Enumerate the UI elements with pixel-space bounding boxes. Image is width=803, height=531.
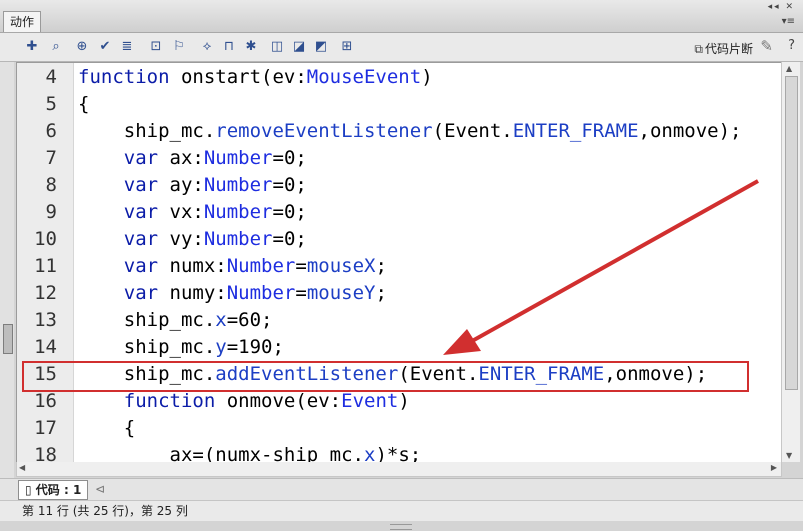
- horizontal-scrollbar[interactable]: ◀ ▶: [16, 462, 782, 477]
- expand-all-icon[interactable]: ✱: [242, 38, 260, 56]
- script-editor[interactable]: 4 function onstart(ev:MouseEvent) 5{6 ship…: [16, 62, 782, 464]
- annotation-arrow: [443, 179, 759, 355]
- find-icon[interactable]: ⌕: [47, 38, 65, 56]
- panel-window-controls[interactable]: ◂◂ ✕: [768, 2, 795, 12]
- panel-resize-grip[interactable]: [390, 524, 412, 530]
- actions-panel-tab[interactable]: 动作: [3, 11, 42, 32]
- target-path-icon[interactable]: ⊕: [73, 38, 91, 56]
- help-icon[interactable]: ?: [788, 38, 795, 53]
- vertical-scrollbar[interactable]: ▲ ▼: [781, 62, 800, 462]
- status-bar: 第 11 行 (共 25 行)，第 25 列: [0, 500, 803, 521]
- code-snippets-button[interactable]: ⧉ 代码片断: [694, 40, 753, 57]
- collapse-selection-icon[interactable]: ⊓: [220, 38, 238, 56]
- toggle-toolbox-icon[interactable]: ⊞: [338, 38, 356, 56]
- code-snippets-label: 代码片断: [704, 42, 753, 56]
- pin-script-icon[interactable]: ⊲: [95, 482, 105, 496]
- script-tabs-bar: ▯ 代码 : 1 ⊲: [0, 478, 803, 501]
- remove-comment-icon[interactable]: ◩: [312, 38, 330, 56]
- apply-line-comment-icon[interactable]: ◪: [290, 38, 308, 56]
- toolbox-collapse-handle[interactable]: [3, 324, 13, 354]
- collapse-braces-icon[interactable]: ⟡: [198, 38, 216, 56]
- scrollbar-thumb[interactable]: [785, 76, 798, 390]
- code-assistant-wand-icon[interactable]: ✎: [760, 37, 773, 55]
- auto-format-icon[interactable]: ≣: [118, 38, 136, 56]
- code-tab[interactable]: ▯ 代码 : 1: [18, 480, 89, 500]
- highlight-box-line-15: [22, 361, 749, 392]
- panel-menu-icon[interactable]: ▾≡: [782, 16, 795, 27]
- scroll-up-icon[interactable]: ▲: [786, 64, 792, 73]
- file-icon: ▯: [25, 483, 32, 497]
- toolbox-collapse-strip: [0, 62, 14, 480]
- panel-titlebar: 动作 ◂◂ ✕ ▾≡: [0, 0, 803, 33]
- actions-toolbar: ✚ ⌕ ⊕ ✔ ≣ ⊡ ⚐ ⟡ ⊓ ✱ ◫ ◪ ◩ ⊞ ⧉ 代码片断 ✎ ?: [0, 33, 803, 62]
- apply-block-comment-icon[interactable]: ◫: [268, 38, 286, 56]
- scroll-left-icon[interactable]: ◀: [19, 463, 25, 472]
- scroll-right-icon[interactable]: ▶: [771, 463, 777, 472]
- code-hint-icon[interactable]: ⊡: [147, 38, 165, 56]
- code-tab-label: 代码 : 1: [35, 483, 82, 497]
- check-syntax-icon[interactable]: ✔: [96, 38, 114, 56]
- scroll-down-icon[interactable]: ▼: [786, 451, 792, 460]
- code-snippets-icon: ⧉: [694, 42, 703, 56]
- debug-options-icon[interactable]: ⚐: [170, 38, 188, 56]
- add-statement-icon[interactable]: ✚: [23, 38, 41, 56]
